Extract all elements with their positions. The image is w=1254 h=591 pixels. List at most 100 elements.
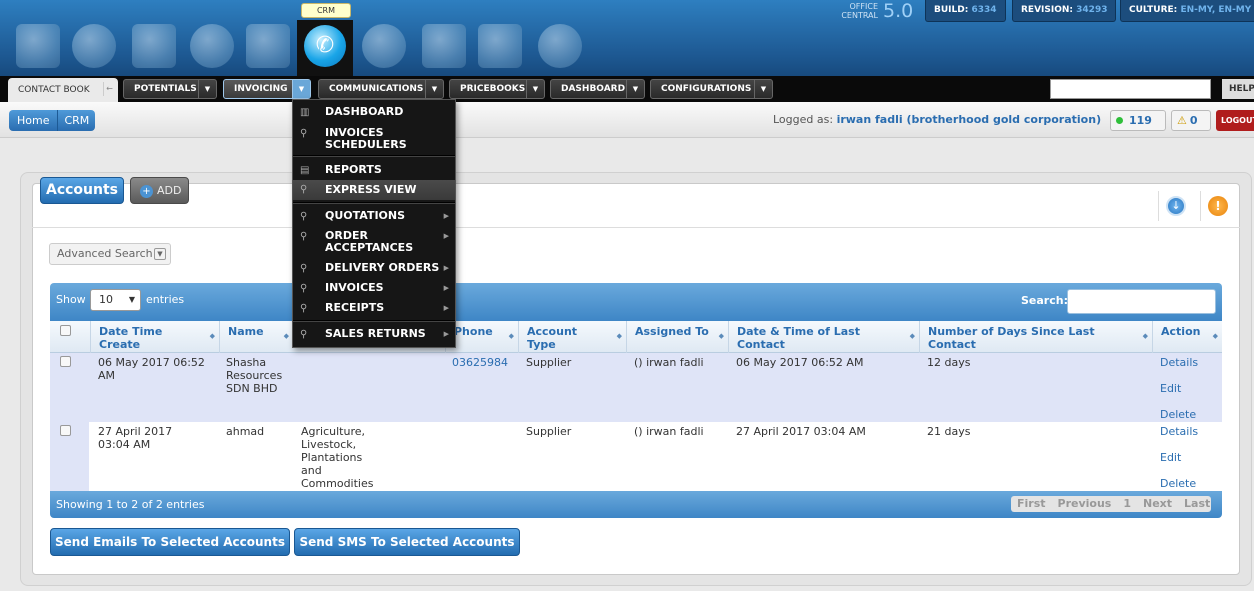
pager-previous[interactable]: Previous — [1058, 496, 1112, 512]
users-icon[interactable] — [72, 24, 116, 68]
delete-link[interactable]: Delete — [1160, 477, 1196, 490]
nav-configurations[interactable]: CONFIGURATIONS ▼ — [650, 79, 773, 99]
desktop-icon[interactable] — [16, 24, 60, 68]
sort-icon: ◆ — [616, 332, 622, 340]
global-search-input[interactable] — [1050, 79, 1211, 99]
send-sms-button[interactable]: Send SMS To Selected Accounts — [294, 528, 520, 556]
pager-last[interactable]: Last — [1184, 496, 1210, 512]
sort-icon: ◆ — [283, 332, 289, 340]
col-action[interactable]: Action ◆ — [1152, 321, 1222, 353]
chevron-down-icon[interactable]: ▼ — [526, 80, 544, 98]
menu-item-invoices[interactable]: ⚲ INVOICES ▶ — [293, 282, 455, 295]
chevron-down-icon[interactable]: ▼ — [754, 80, 772, 98]
panel-header — [32, 183, 1240, 228]
row-checkbox[interactable] — [60, 356, 71, 367]
pager-next[interactable]: Next — [1143, 496, 1172, 512]
col-days-since[interactable]: Number of Days Since Last Contact ◆ — [919, 321, 1152, 353]
menu-item-order-acceptances[interactable]: ⚲ ORDER ACCEPTANCES ▶ — [293, 230, 455, 254]
collapse-icon[interactable]: ← — [103, 82, 115, 96]
chevron-right-icon: ▶ — [443, 330, 449, 338]
chevron-down-icon[interactable]: ▼ — [292, 80, 310, 98]
pager-first[interactable]: First — [1017, 496, 1046, 512]
nav-invoicing[interactable]: INVOICING ▼ — [223, 79, 311, 99]
help-button[interactable]: HELP — [1222, 79, 1254, 99]
menu-item-invoices-schedulers[interactable]: ⚲ INVOICES SCHEDULERS — [293, 127, 455, 151]
menu-item-express-view[interactable]: ⚲ EXPRESS VIEW — [293, 180, 455, 200]
menu-item-receipts[interactable]: ⚲ RECEIPTS ▶ — [293, 302, 455, 315]
edit-link[interactable]: Edit — [1160, 382, 1181, 395]
cell-date: 27 April 2017 03:04 AM — [98, 425, 173, 451]
download-button[interactable]: ↓ — [1158, 191, 1188, 221]
alerts-badge[interactable]: ⚠ 0 — [1171, 110, 1211, 131]
cell-type: Supplier — [526, 425, 572, 438]
menu-item-reports[interactable]: ▤ REPORTS — [293, 164, 455, 177]
col-account-type[interactable]: Account Type ◆ — [518, 321, 626, 353]
row-checkbox[interactable] — [60, 425, 71, 436]
pagination: First Previous 1 Next Last — [1011, 496, 1211, 512]
pie-chart-icon[interactable] — [190, 24, 234, 68]
crm-module-button[interactable]: ✆ — [297, 20, 353, 76]
search-label: Search: — [1021, 294, 1068, 307]
logout-button[interactable]: LOGOUT — [1216, 110, 1254, 131]
info-icon[interactable] — [538, 24, 582, 68]
magnifier-icon: ⚲ — [300, 263, 308, 274]
chevron-down-icon[interactable]: ▼ — [198, 80, 216, 98]
nav-communications[interactable]: COMMUNICATIONS ▼ — [318, 79, 444, 99]
tab-contact-book[interactable]: CONTACT BOOK ← — [8, 78, 118, 102]
info-button[interactable]: ! — [1200, 191, 1230, 221]
truck-icon[interactable] — [478, 24, 522, 68]
cell-name: Shasha Resources SDN BHD — [226, 356, 283, 395]
online-users-badge[interactable]: 119 — [1110, 110, 1166, 131]
send-emails-button[interactable]: Send Emails To Selected Accounts — [50, 528, 290, 556]
menu-item-sales-returns[interactable]: ⚲ SALES RETURNS ▶ — [293, 328, 455, 341]
menu-item-dashboard[interactable]: ▥ DASHBOARD — [293, 106, 455, 119]
sort-icon: ◆ — [1142, 332, 1148, 340]
build-badge: BUILD: 6334 — [925, 0, 1006, 22]
cell-phone-link[interactable]: 03625984 — [452, 356, 508, 369]
delete-link[interactable]: Delete — [1160, 408, 1196, 421]
clipboard-icon[interactable] — [422, 24, 466, 68]
details-link[interactable]: Details — [1160, 425, 1198, 438]
edit-link[interactable]: Edit — [1160, 451, 1181, 464]
showing-info: Showing 1 to 2 of 2 entries — [56, 498, 205, 511]
chat-icon[interactable] — [362, 24, 406, 68]
download-icon: ↓ — [1166, 196, 1186, 216]
chevron-down-icon[interactable]: ▼ — [626, 80, 644, 98]
col-name[interactable]: Name ◆ — [219, 321, 293, 353]
cell-last-contact: 06 May 2017 06:52 AM — [736, 356, 864, 369]
magnifier-icon: ⚲ — [300, 231, 308, 242]
advanced-search-toggle[interactable]: Advanced Search ▼ — [49, 243, 171, 265]
details-link[interactable]: Details — [1160, 356, 1198, 369]
chevron-down-icon[interactable]: ▼ — [425, 80, 443, 98]
menu-item-quotations[interactable]: ⚲ QUOTATIONS ▶ — [293, 210, 455, 223]
breadcrumb: Home CRM — [9, 110, 96, 131]
col-assigned-to[interactable]: Assigned To ◆ — [626, 321, 728, 353]
select-all-checkbox[interactable] — [60, 325, 71, 336]
mail-icon[interactable] — [132, 24, 176, 68]
accounts-title-button[interactable]: Accounts — [40, 177, 124, 204]
logged-as-text: Logged as: irwan fadli (brotherhood gold… — [773, 113, 1102, 126]
breadcrumb-crm[interactable]: CRM — [57, 110, 95, 131]
cell-name: ahmad — [226, 425, 265, 438]
crm-tooltip: CRM — [301, 3, 351, 18]
page-size-select[interactable]: 10 ▼ — [90, 289, 141, 311]
user-name-link[interactable]: irwan fadli (brotherhood gold corporatio… — [837, 113, 1102, 126]
nav-dashboard[interactable]: DASHBOARD ▼ — [550, 79, 645, 99]
breadcrumb-home[interactable]: Home — [9, 110, 57, 131]
table-search-input[interactable] — [1067, 289, 1216, 314]
cell-assigned: () irwan fadli — [634, 425, 704, 438]
sort-icon: ◆ — [508, 332, 514, 340]
pager-page[interactable]: 1 — [1123, 496, 1131, 512]
menu-item-delivery-orders[interactable]: ⚲ DELIVERY ORDERS ▶ — [293, 262, 455, 275]
nav-pricebooks[interactable]: PRICEBOOKS ▼ — [449, 79, 545, 99]
version-number: 5.0 — [883, 0, 914, 22]
nav-potentials[interactable]: POTENTIALS ▼ — [123, 79, 217, 99]
col-last-contact[interactable]: Date & Time of Last Contact ◆ — [728, 321, 919, 353]
chevron-down-icon: ▼ — [154, 248, 166, 260]
col-date-created[interactable]: Date Time Create ◆ — [90, 321, 219, 353]
menu-divider — [293, 155, 455, 157]
add-button[interactable]: + ADD — [130, 177, 189, 204]
document-icon[interactable] — [246, 24, 290, 68]
sort-icon: ◆ — [1212, 332, 1218, 340]
cell-date: 06 May 2017 06:52 AM — [98, 356, 205, 382]
